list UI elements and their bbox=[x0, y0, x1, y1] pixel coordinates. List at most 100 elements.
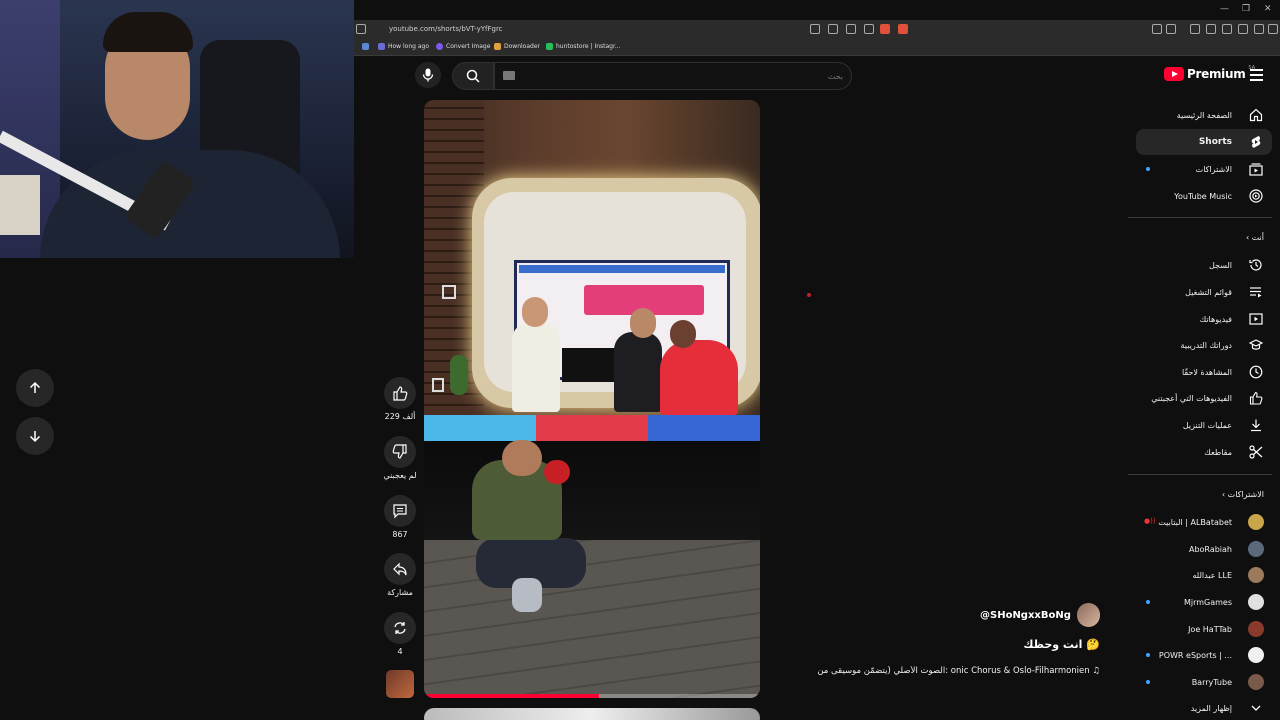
next-short-button[interactable] bbox=[16, 417, 54, 455]
like-button[interactable] bbox=[384, 377, 416, 409]
sidebar-item-label: YouTube Music bbox=[1174, 191, 1232, 201]
minimize-icon[interactable]: — bbox=[1220, 4, 1229, 14]
subscription-item[interactable]: ●)) البتابيت | ALBatabet bbox=[1136, 509, 1272, 535]
share-icon bbox=[393, 562, 407, 576]
subscriptions-section-header[interactable]: ‹ الاشتراكات bbox=[1136, 490, 1264, 499]
subscription-item[interactable]: AboRabiah bbox=[1136, 536, 1272, 562]
next-short-preview[interactable] bbox=[424, 708, 760, 720]
sidebar-item-history[interactable]: السجل bbox=[1136, 252, 1272, 278]
bookmark-item[interactable] bbox=[362, 43, 369, 50]
bookmark-downloader[interactable]: Downloader bbox=[494, 43, 540, 50]
restore-icon[interactable]: ❐ bbox=[1242, 4, 1250, 14]
menu-icon[interactable] bbox=[1268, 24, 1278, 34]
hamburger-menu-icon[interactable] bbox=[1250, 69, 1263, 81]
subscription-item[interactable]: Joe HaTTab bbox=[1136, 616, 1272, 642]
subscription-item[interactable]: POWR eSports | ... bbox=[1136, 642, 1272, 668]
voice-search-button[interactable] bbox=[415, 62, 441, 88]
avatar bbox=[1248, 647, 1264, 663]
avatar bbox=[1248, 541, 1264, 557]
sidebar-item-label: فيديوهاتك bbox=[1199, 314, 1232, 324]
sidebar-item-downloads[interactable]: عمليات التنزيل bbox=[1136, 412, 1272, 438]
music-icon[interactable] bbox=[1190, 24, 1200, 34]
close-icon[interactable]: ✕ bbox=[1264, 4, 1272, 14]
sound-text[interactable]: الصوت الأصلي (يتضمّن موسيقى من: onic Cho… bbox=[817, 666, 1089, 676]
sidebar-item-watch-later[interactable]: المشاهدة لاحقًا bbox=[1136, 359, 1272, 385]
search-button[interactable] bbox=[452, 62, 494, 90]
channel-info[interactable]: @SHoNgxxBoNg bbox=[980, 602, 1100, 628]
translate-icon[interactable] bbox=[828, 24, 838, 34]
sidebar-divider bbox=[1128, 217, 1272, 218]
new-content-dot bbox=[1146, 167, 1150, 171]
show-more-button[interactable]: إظهار المزيد bbox=[1136, 695, 1272, 720]
channel-name[interactable]: @SHoNgxxBoNg bbox=[980, 610, 1071, 621]
subscriptions-icon bbox=[1248, 161, 1264, 177]
pin-icon[interactable] bbox=[1238, 24, 1248, 34]
search-input[interactable] bbox=[505, 69, 843, 83]
chevron-down-icon bbox=[1248, 700, 1264, 716]
sidebar-toggle-icon[interactable] bbox=[1206, 24, 1216, 34]
bookmark-favicon-icon bbox=[546, 43, 553, 50]
youtube-logo-icon bbox=[1164, 67, 1184, 81]
bookmark-icon[interactable] bbox=[356, 24, 366, 34]
bookmark-huntostore[interactable]: huntostore | Instagr... bbox=[546, 43, 621, 50]
extension-icon[interactable] bbox=[1152, 24, 1162, 34]
sidebar-item-playlists[interactable]: قوائم التشغيل bbox=[1136, 279, 1272, 305]
sidebar-item-your-videos[interactable]: فيديوهاتك bbox=[1136, 306, 1272, 332]
dislike-button[interactable] bbox=[384, 436, 416, 468]
previous-short-button[interactable] bbox=[16, 369, 54, 407]
thumbs-down-icon bbox=[392, 444, 407, 459]
brave-shield-icon[interactable] bbox=[880, 24, 890, 34]
sidebar-item-label: الفيديوهات التي أعجبتني bbox=[1151, 393, 1232, 403]
search-input-wrapper[interactable] bbox=[494, 62, 852, 90]
vpn-icon[interactable] bbox=[1254, 24, 1264, 34]
thumbs-up-icon bbox=[393, 386, 408, 401]
wallet-icon[interactable] bbox=[1166, 24, 1176, 34]
shorts-video-player[interactable] bbox=[424, 100, 760, 698]
remix-button[interactable] bbox=[384, 612, 416, 644]
you-header-label: أنت bbox=[1251, 233, 1264, 242]
youtube-premium-logo[interactable]: Premium SA bbox=[1164, 65, 1255, 81]
sidebar-item-courses[interactable]: دوراتك التدريبية bbox=[1136, 332, 1272, 358]
channel-avatar[interactable] bbox=[1076, 603, 1100, 627]
avatar bbox=[1248, 621, 1264, 637]
sound-link[interactable]: الصوت الأصلي (يتضمّن موسيقى من: onic Cho… bbox=[790, 666, 1100, 676]
share-button[interactable] bbox=[384, 553, 416, 585]
dislike-label: لم يعجبني bbox=[383, 471, 417, 480]
sidebar-item-subscriptions[interactable]: الاشتراكات bbox=[1136, 156, 1272, 182]
history-icon bbox=[1248, 257, 1264, 273]
address-bar[interactable]: youtube.com/shorts/bVT-yYfFgrc bbox=[354, 20, 1280, 40]
remix-count: 4 bbox=[397, 647, 403, 656]
subscription-item[interactable]: عبدالله LLE bbox=[1136, 562, 1272, 588]
subscription-item[interactable]: MjrmGames bbox=[1136, 589, 1272, 615]
sidebar-item-shorts[interactable]: Shorts bbox=[1136, 129, 1272, 155]
sidebar-item-label: Shorts bbox=[1198, 137, 1232, 147]
sidebar-item-youtube-music[interactable]: YouTube Music bbox=[1136, 183, 1272, 209]
zoom-icon[interactable] bbox=[846, 24, 856, 34]
bookmark-convert-image[interactable]: Convert Image bbox=[436, 43, 490, 50]
sidebar-item-liked-videos[interactable]: الفيديوهات التي أعجبتني bbox=[1136, 385, 1272, 411]
url-text[interactable]: youtube.com/shorts/bVT-yYfFgrc bbox=[389, 25, 503, 33]
short-title: انت وحظك 🤔 bbox=[1023, 638, 1100, 651]
progress-bar-fill bbox=[424, 694, 599, 698]
sidebar-item-clips[interactable]: مقاطعك bbox=[1136, 439, 1272, 465]
subscription-item[interactable]: BarryTube bbox=[1136, 669, 1272, 695]
home-icon bbox=[1248, 107, 1264, 123]
brave-rewards-icon[interactable] bbox=[898, 24, 908, 34]
sidebar-item-home[interactable]: الصفحة الرئيسية bbox=[1136, 102, 1272, 128]
comment-icon bbox=[393, 504, 407, 519]
bookmark-favicon-icon bbox=[362, 43, 369, 50]
sidebar-item-label: قوائم التشغيل bbox=[1185, 287, 1232, 297]
sidebar-item-label: دوراتك التدريبية bbox=[1180, 340, 1232, 350]
arrow-up-icon bbox=[29, 381, 41, 393]
share-page-icon[interactable] bbox=[864, 24, 874, 34]
tabs-icon[interactable] bbox=[1222, 24, 1232, 34]
avatar bbox=[1248, 594, 1264, 610]
sound-thumbnail[interactable] bbox=[386, 670, 414, 698]
bookmark-how-long-ago[interactable]: How long ago bbox=[378, 43, 429, 50]
you-section-header[interactable]: ‹ أنت bbox=[1136, 233, 1264, 242]
screen-icon[interactable] bbox=[810, 24, 820, 34]
cursor-marker bbox=[807, 293, 811, 297]
comments-button[interactable] bbox=[384, 495, 416, 527]
courses-icon bbox=[1248, 337, 1264, 353]
sidebar-item-label: مقاطعك bbox=[1204, 447, 1232, 457]
